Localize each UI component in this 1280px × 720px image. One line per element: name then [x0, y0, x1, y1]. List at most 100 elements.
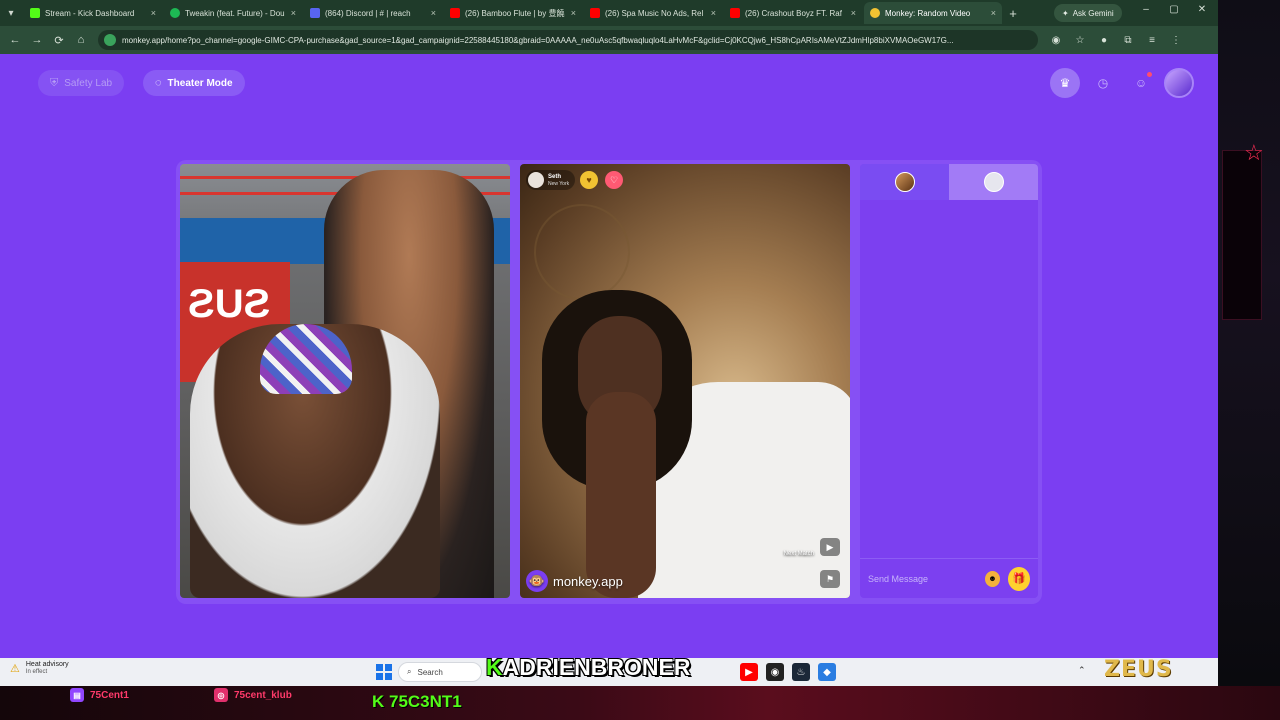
next-match-tooltip: Next Match	[783, 551, 814, 557]
chat-avatar	[983, 172, 1004, 192]
chat-tab-user-1[interactable]	[860, 164, 949, 200]
browser-tab-bar: ▾ Stream - Kick Dashboard × Tweakin (feat…	[0, 0, 1218, 26]
obs-icon[interactable]: ◉	[766, 663, 784, 681]
report-flag-icon[interactable]: ⚑	[820, 570, 840, 588]
browser-tab[interactable]: (26) Bamboo Flute | by 豊饒 ×	[444, 2, 582, 24]
home-icon[interactable]: ⌂	[70, 34, 92, 46]
remote-person-arm	[586, 392, 656, 598]
back-icon[interactable]: ←	[4, 34, 26, 46]
message-input[interactable]	[868, 573, 985, 584]
zeus-logo: ZEUS	[1104, 657, 1173, 682]
tab-favicon-icon	[30, 8, 40, 18]
browser-tab[interactable]: Tweakin (feat. Future) - Dou ×	[164, 2, 302, 24]
remote-user-avatar	[528, 172, 544, 188]
remote-user-name: Seth	[548, 173, 562, 180]
chat-avatar	[894, 172, 915, 192]
address-bar[interactable]: monkey.app/home?po_channel=google-GIMC-C…	[98, 30, 1038, 50]
gemini-icon: ✦	[1062, 8, 1069, 18]
extensions-puzzle-icon[interactable]: ⧉	[1120, 35, 1136, 46]
user-avatar[interactable]	[1164, 68, 1194, 98]
safety-lab-button[interactable]: ⛨ Safety Lab	[38, 70, 125, 96]
browser-tab[interactable]: (864) Discord | # | reach ×	[304, 2, 442, 24]
heart-badge-icon[interactable]: ♥	[580, 171, 598, 189]
tab-groups-icon[interactable]: ≡	[1144, 35, 1160, 46]
video-chat-frame: SUS Seth New York ♥ ♡ 🐵 monkey.app Next …	[176, 160, 1042, 604]
local-video: SUS	[180, 164, 510, 598]
forward-icon[interactable]: →	[26, 34, 48, 46]
remote-video: Seth New York ♥ ♡ 🐵 monkey.app Next Matc…	[520, 164, 850, 598]
close-window-icon[interactable]: ✕	[1192, 4, 1212, 15]
emoji-icon[interactable]: ☻	[985, 570, 1000, 587]
screen: ▾ Stream - Kick Dashboard × Tweakin (feat…	[0, 0, 1218, 686]
gift-icon[interactable]: 🎁	[1007, 566, 1030, 591]
warning-icon: ⚠	[10, 663, 20, 675]
browser-tab[interactable]: (26) Crashout Boyz FT. Raf ×	[724, 2, 862, 24]
instagram-handle: ◎ 75cent_klub	[214, 688, 292, 702]
tab-close-icon[interactable]: ×	[851, 8, 856, 18]
remote-user-chip[interactable]: Seth New York	[526, 170, 576, 190]
chat-tab-user-2[interactable]	[949, 164, 1038, 200]
weather-widget[interactable]: ⚠ Heat advisory In effect	[10, 661, 69, 676]
tab-favicon-icon	[310, 8, 320, 18]
twitch-icon: ▤	[70, 688, 84, 702]
monkey-app: ⛨ Safety Lab ◌ Theater Mode ♛ ◷ ☺ SUS Se…	[0, 54, 1218, 658]
tab-close-icon[interactable]: ×	[991, 8, 996, 18]
minimize-icon[interactable]: –	[1136, 4, 1156, 15]
bookmark-star-icon[interactable]: ☆	[1072, 35, 1088, 46]
theater-mode-button[interactable]: ◌ Theater Mode	[143, 70, 245, 96]
chat-tabs	[860, 164, 1038, 200]
wall-decoration	[534, 204, 630, 300]
url-text: monkey.app/home?po_channel=google-GIMC-C…	[122, 35, 954, 45]
crown-icon[interactable]: ♛	[1050, 68, 1080, 98]
remote-user-location: New York	[548, 180, 570, 187]
streamer-name-overlay: KADRIENBRONER	[486, 654, 691, 680]
browser-toolbar: ← → ⟳ ⌂ monkey.app/home?po_channel=googl…	[0, 26, 1218, 54]
ask-gemini-button[interactable]: ✦ Ask Gemini	[1054, 4, 1122, 22]
tab-favicon-icon	[590, 8, 600, 18]
stream-side-frame	[1222, 150, 1262, 320]
profile-icon[interactable]: ●	[1096, 35, 1112, 46]
extension-icon[interactable]: ◉	[1048, 35, 1064, 46]
app-icon[interactable]: ◆	[818, 663, 836, 681]
maximize-icon[interactable]: ▢	[1164, 4, 1184, 15]
top-right-actions: ♛ ◷ ☺	[1050, 68, 1194, 98]
new-tab-button[interactable]: +	[1002, 6, 1024, 21]
taskbar-apps: ▶ ◉ ♨ ◆	[740, 663, 836, 681]
steam-icon[interactable]: ♨	[792, 663, 810, 681]
monkey-logo-icon: 🐵	[526, 570, 548, 592]
tab-close-icon[interactable]: ×	[151, 8, 156, 18]
tab-close-icon[interactable]: ×	[431, 8, 436, 18]
history-clock-icon[interactable]: ◷	[1088, 68, 1118, 98]
add-friend-badge-icon[interactable]: ♡	[605, 171, 623, 189]
tab-close-icon[interactable]: ×	[291, 8, 296, 18]
tab-favicon-icon	[170, 8, 180, 18]
tab-favicon-icon	[730, 8, 740, 18]
tray-expand-icon[interactable]: ⌃	[1078, 665, 1086, 676]
next-match-button[interactable]: ▶	[820, 538, 840, 556]
chat-bubble-icon[interactable]: ☺	[1126, 68, 1156, 98]
taskbar-search[interactable]: ⌕ Search	[398, 662, 482, 682]
chat-panel: ☻ 🎁	[860, 164, 1038, 598]
browser-tab[interactable]: (26) Spa Music No Ads, Rel ×	[584, 2, 722, 24]
tab-search-menu-icon[interactable]: ▾	[0, 0, 22, 26]
tab-favicon-icon	[450, 8, 460, 18]
youtube-icon[interactable]: ▶	[740, 663, 758, 681]
instagram-icon: ◎	[214, 688, 228, 702]
twitch-handle: ▤ 75Cent1	[70, 688, 129, 702]
tab-favicon-icon	[870, 8, 880, 18]
menu-icon[interactable]: ⋮	[1168, 35, 1184, 46]
start-windows-icon[interactable]	[376, 664, 392, 680]
notification-dot	[1147, 72, 1152, 77]
shield-icon: ⛨	[50, 76, 59, 89]
browser-tab-active[interactable]: Monkey: Random Video ×	[864, 2, 1002, 24]
site-info-icon[interactable]	[104, 34, 116, 46]
kick-channel-code: K 75C3NT1	[372, 692, 462, 711]
reload-icon[interactable]: ⟳	[48, 34, 70, 47]
tab-close-icon[interactable]: ×	[571, 8, 576, 18]
neon-star-icon: ☆	[1244, 140, 1264, 165]
chat-input-bar: ☻ 🎁	[860, 558, 1038, 598]
browser-tab[interactable]: Stream - Kick Dashboard ×	[24, 2, 162, 24]
tab-close-icon[interactable]: ×	[711, 8, 716, 18]
stream-bottom-strip	[0, 686, 1280, 720]
monkey-watermark: 🐵 monkey.app	[526, 570, 623, 592]
